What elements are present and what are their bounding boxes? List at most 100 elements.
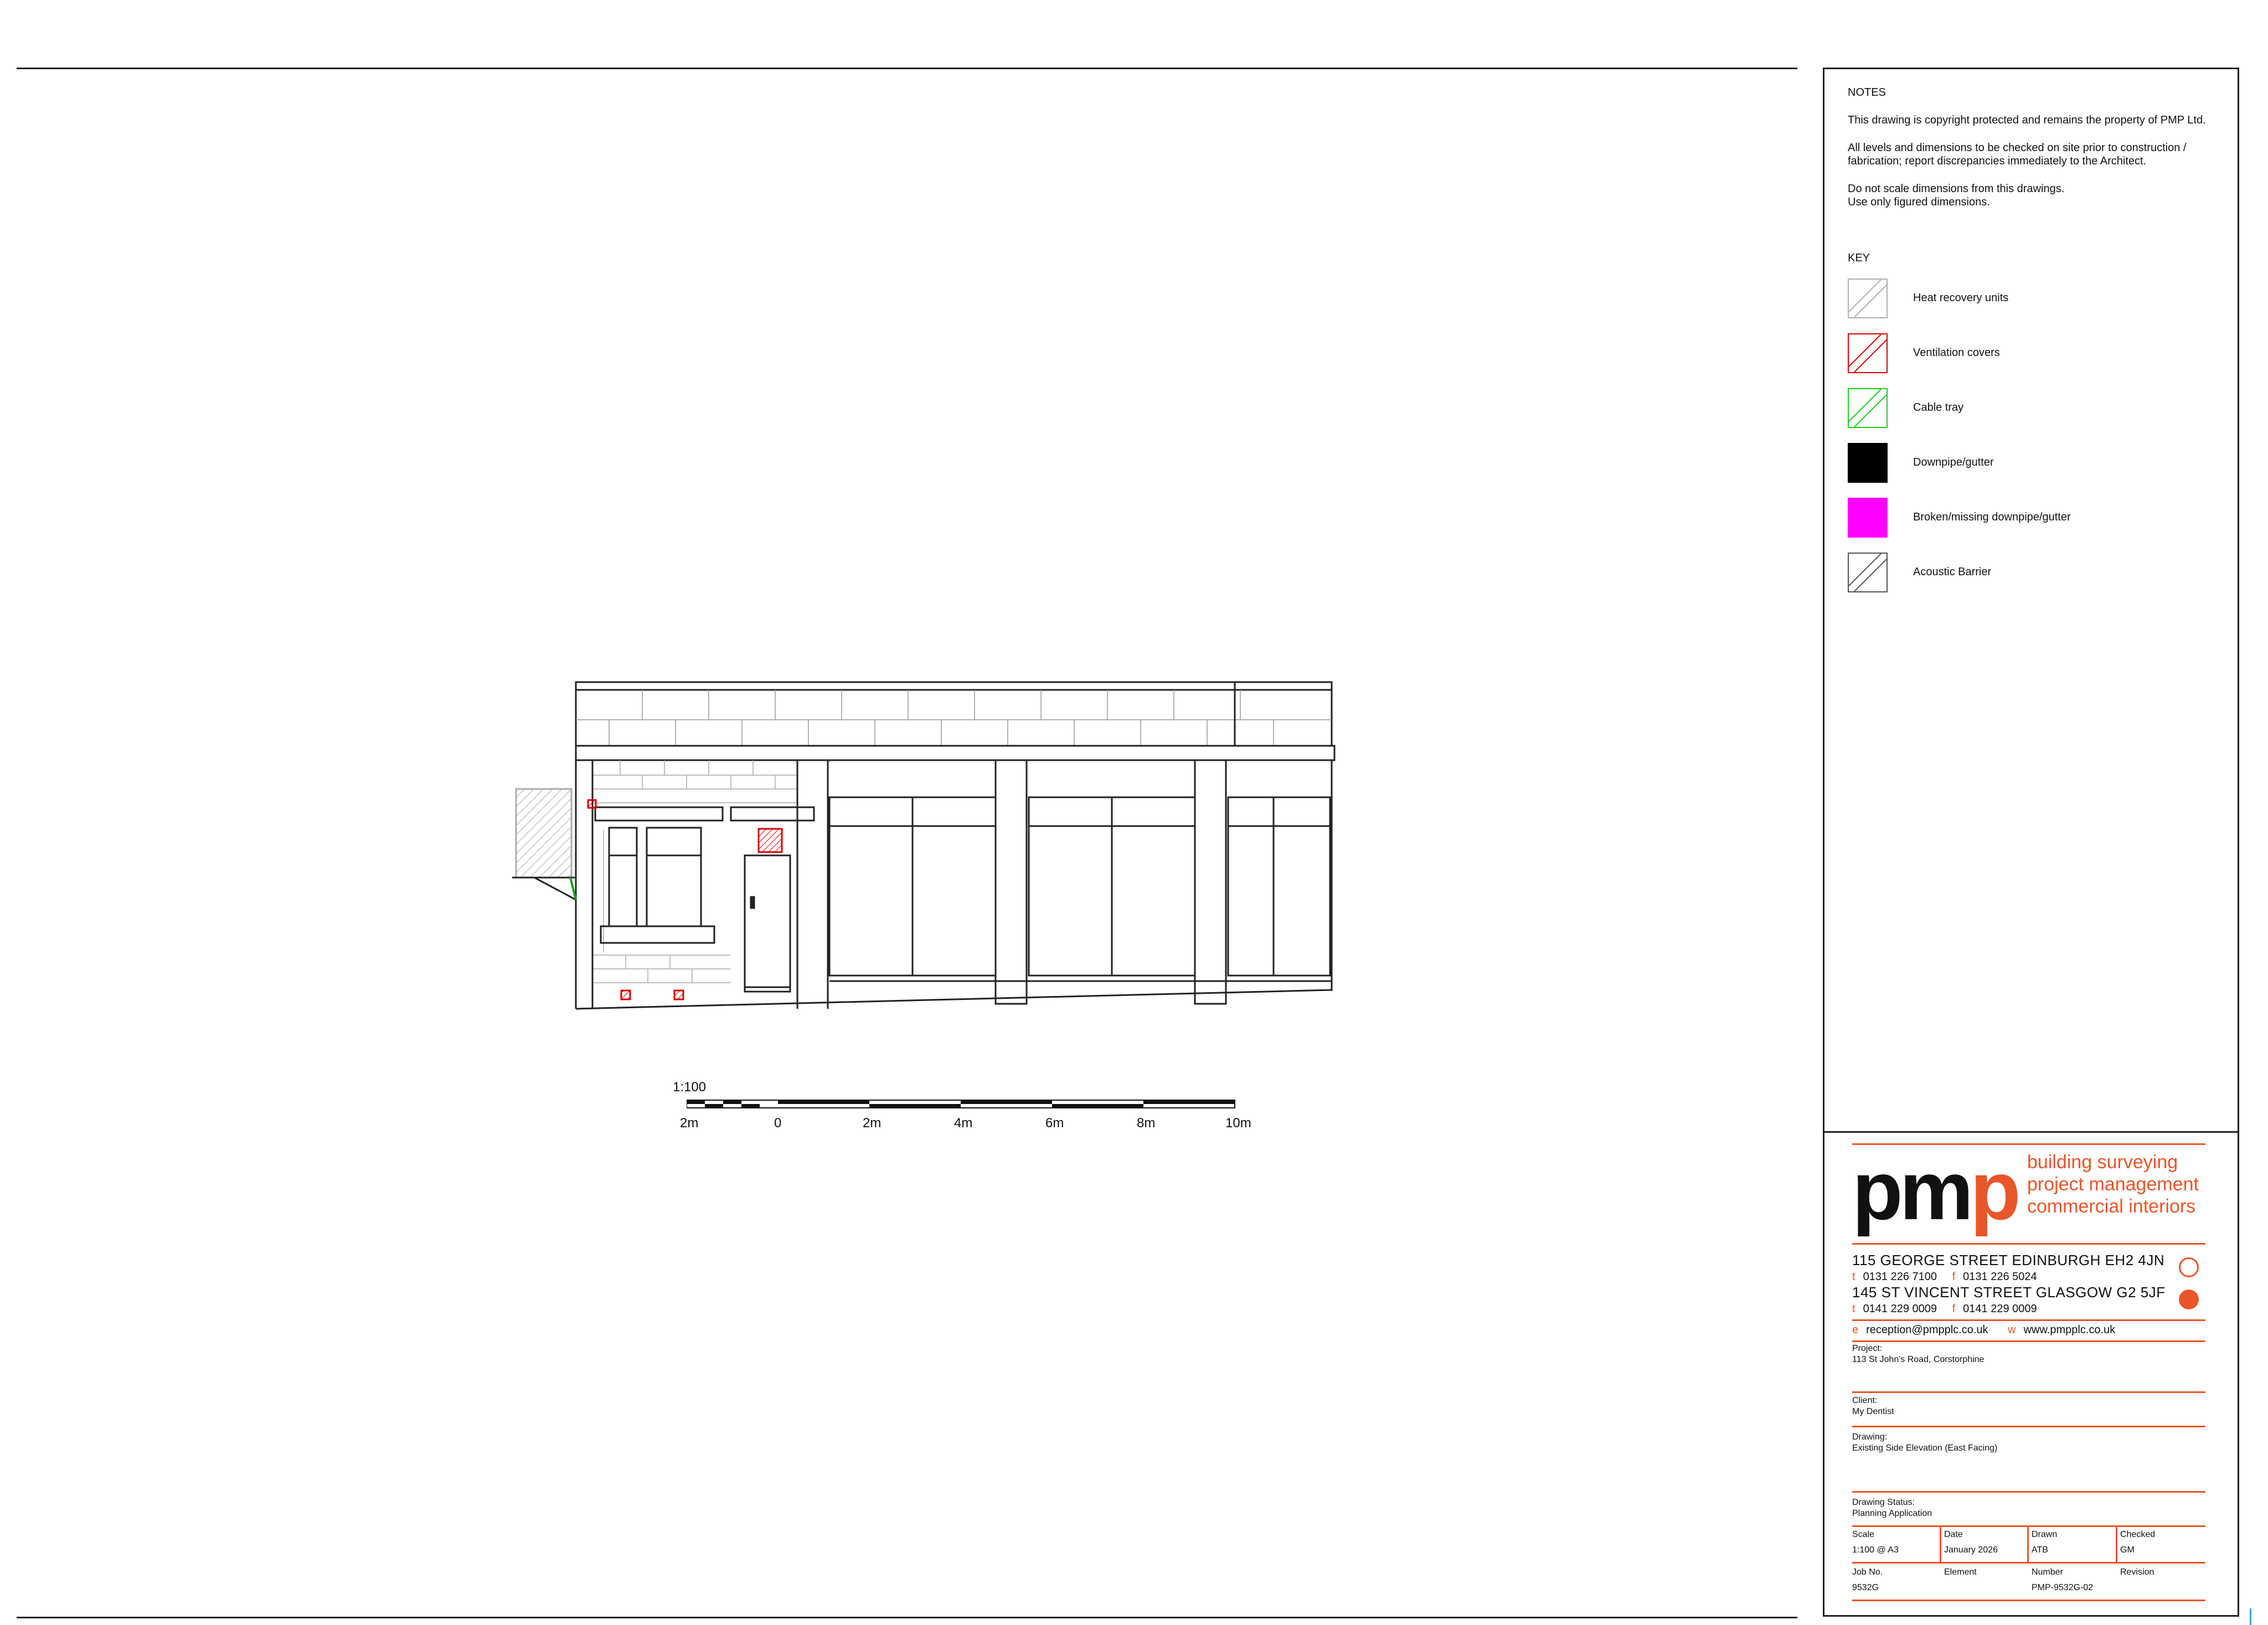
pier-2 (1194, 759, 1227, 1005)
edinburgh-phones: t 0131 226 7100 f 0131 226 5024 (1852, 1271, 2037, 1283)
scale-tick: 4m (954, 1116, 973, 1131)
status-label: Drawing Status: (1852, 1498, 1915, 1507)
door-handle (750, 896, 755, 909)
rule (1852, 1340, 2205, 1342)
rule (1852, 1426, 2205, 1427)
pier-1 (994, 759, 1028, 1005)
company-tagline: building surveying project management co… (2027, 1152, 2199, 1217)
job-label: Job No. (1852, 1567, 1883, 1577)
rule (1852, 1562, 2205, 1564)
checked-value: GM (2120, 1545, 2135, 1555)
pmp-logo: pmp (1852, 1144, 2021, 1237)
number-label: Number (2032, 1567, 2063, 1577)
door-canopy (730, 806, 815, 822)
notes-section: NOTES This drawing is copyright protecte… (1848, 86, 2224, 223)
title-block: pmp building surveying project managemen… (1852, 1143, 2207, 1601)
vent-cover-low-2 (673, 989, 684, 1000)
key-label: Ventilation covers (1913, 347, 2000, 359)
sheet-bottom-border (17, 1617, 1797, 1618)
key-label: Cable tray (1913, 401, 1964, 414)
key-heading: KEY (1848, 252, 1870, 264)
shopfront-bay-3 (1227, 796, 1331, 977)
vent-cover-top (587, 799, 597, 809)
left-brickwork (592, 760, 797, 983)
small-window-left (608, 827, 638, 927)
key-label: Heat recovery units (1913, 292, 2009, 304)
scale-tick: 10m (1225, 1116, 1251, 1131)
vent-cover-door (757, 828, 783, 853)
key-item-acoustic-barrier: Acoustic Barrier (1848, 553, 2180, 595)
vent-cover-low-1 (620, 989, 631, 1000)
solid-swatch-black (1848, 443, 1888, 483)
notes-heading: NOTES (1848, 86, 1886, 99)
notes-and-title-panel: NOTES This drawing is copyright protecte… (1823, 68, 2239, 1617)
project-label: Project: (1852, 1344, 1883, 1353)
window-head (594, 806, 724, 822)
rule (1852, 1391, 2205, 1393)
scale-ratio: 1:100 (673, 1080, 707, 1095)
scale-tick: 8m (1137, 1116, 1156, 1131)
panel-divider (1824, 1131, 2238, 1133)
sheet-top-border (17, 68, 1797, 69)
fascia (575, 745, 1336, 761)
rule (1852, 1491, 2205, 1493)
drawn-value: ATB (2032, 1545, 2048, 1555)
side-door (744, 854, 791, 993)
parapet-stonework (576, 690, 1332, 746)
key-label: Acoustic Barrier (1913, 566, 1992, 578)
scale-value: 1:100 @ A3 (1852, 1545, 1899, 1555)
small-window-right (646, 827, 702, 927)
cursor-marker (2250, 1608, 2251, 1625)
hatch-swatch-grey (1848, 278, 1888, 318)
window-sill (600, 925, 715, 944)
parapet (575, 681, 1333, 747)
hatch-swatch-red (1848, 333, 1888, 373)
glasgow-marker-icon (2179, 1289, 2199, 1309)
edinburgh-marker-icon (2179, 1257, 2199, 1277)
rule (1852, 1525, 2205, 1527)
key-item-cable-tray: Cable tray (1848, 388, 2180, 430)
note-figured-dims: Use only figured dimensions. (1848, 196, 1990, 208)
hatch-swatch-dark (1848, 553, 1888, 592)
scale-label: Scale (1852, 1530, 1875, 1539)
date-value: January 2026 (1944, 1545, 1998, 1555)
job-value: 9532G (1852, 1583, 1879, 1592)
key-item-heat-recovery: Heat recovery units (1848, 278, 2180, 321)
client-value: My Dentist (1852, 1407, 1894, 1416)
hatch-swatch-green (1848, 388, 1888, 428)
cell-divider (2116, 1525, 2117, 1562)
rule (1852, 1243, 2205, 1245)
ground-line (575, 989, 1332, 1010)
rule (1852, 1600, 2205, 1601)
solid-swatch-magenta (1848, 498, 1888, 538)
scale-bar (687, 1100, 1235, 1108)
scale-tick: 2m (863, 1116, 882, 1131)
key-item-broken-downpipe: Broken/missing downpipe/gutter (1848, 498, 2180, 540)
client-label: Client: (1852, 1396, 1878, 1405)
element-label: Element (1944, 1567, 1977, 1577)
key-item-ventilation: Ventilation covers (1848, 333, 2180, 375)
drawn-label: Drawn (2032, 1530, 2058, 1539)
glasgow-phones: t 0141 229 0009 f 0141 229 0009 (1852, 1303, 2037, 1315)
note-no-scale: Do not scale dimensions from this drawin… (1848, 183, 2065, 195)
scale-tick: 2m (680, 1116, 699, 1131)
heat-recovery-unit (515, 788, 573, 879)
revision-label: Revision (2120, 1567, 2154, 1577)
drawing-value: Existing Side Elevation (East Facing) (1852, 1443, 1998, 1453)
email-link[interactable]: reception@pmpplc.co.uk (1866, 1324, 1988, 1336)
note-levels: All levels and dimensions to be checked … (1848, 142, 2187, 167)
project-value: 113 St John's Road, Corstorphine (1852, 1355, 1984, 1364)
glasgow-address: 145 ST VINCENT STREET GLASGOW G2 5JF (1852, 1284, 2166, 1301)
cell-divider (1940, 1525, 1941, 1562)
key-item-downpipe: Downpipe/gutter (1848, 443, 2180, 485)
contact-line: e reception@pmpplc.co.uk w www.pmpplc.co.u… (1852, 1324, 2116, 1336)
key-label: Broken/missing downpipe/gutter (1913, 511, 2071, 523)
east-elevation-drawing (512, 681, 1336, 1010)
drawing-label: Drawing: (1852, 1432, 1888, 1442)
key-label: Downpipe/gutter (1913, 456, 1994, 468)
checked-label: Checked (2120, 1530, 2156, 1539)
number-value: PMP-9532G-02 (2032, 1583, 2094, 1592)
note-copyright: This drawing is copyright protected and … (1848, 114, 2206, 126)
website-link[interactable]: www.pmpplc.co.uk (2024, 1324, 2116, 1336)
scale-tick: 0 (774, 1116, 782, 1131)
